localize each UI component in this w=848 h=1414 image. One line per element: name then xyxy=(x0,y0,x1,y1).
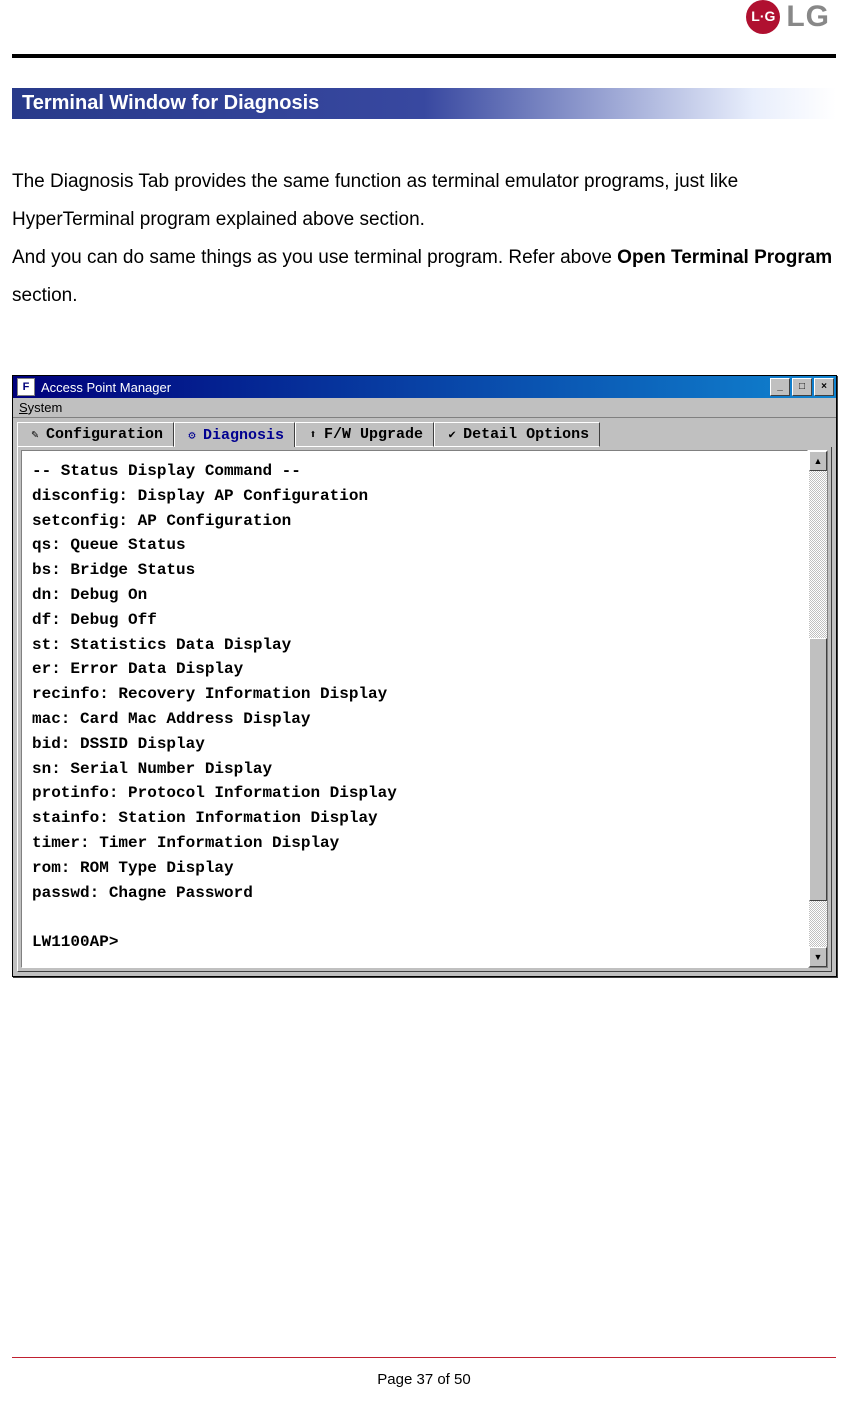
paragraph-bold: Open Terminal Program xyxy=(617,247,832,268)
vertical-scrollbar[interactable]: ▲ ▼ xyxy=(808,450,828,968)
window-controls: _ □ × xyxy=(768,378,834,396)
system-menu-icon[interactable]: F xyxy=(17,378,35,396)
menu-system-hotkey: S xyxy=(19,400,28,415)
wrench-icon: ✎ xyxy=(28,428,42,442)
minimize-button[interactable]: _ xyxy=(770,378,790,396)
titlebar[interactable]: F Access Point Manager _ □ × xyxy=(13,376,836,398)
lg-logo: L·G LG xyxy=(746,0,830,34)
section-heading: Terminal Window for Diagnosis xyxy=(12,88,836,119)
gear-icon: ⚙ xyxy=(185,428,199,442)
tab-bar: ✎ Configuration ⚙ Diagnosis ⬆ F/W Upgrad… xyxy=(13,417,836,447)
window-title: Access Point Manager xyxy=(39,380,768,395)
header-divider xyxy=(12,54,836,58)
tab-detail-options[interactable]: ✔ Detail Options xyxy=(434,422,600,447)
close-button[interactable]: × xyxy=(814,378,834,396)
options-icon: ✔ xyxy=(445,428,459,442)
tab-diagnosis-label: Diagnosis xyxy=(203,427,284,444)
scroll-track[interactable] xyxy=(809,471,827,947)
maximize-button[interactable]: □ xyxy=(792,378,812,396)
tab-configuration-label: Configuration xyxy=(46,426,163,443)
paragraph-line2b: section. xyxy=(12,285,77,306)
menu-bar[interactable]: System xyxy=(13,398,836,417)
page-header: L·G LG xyxy=(12,0,836,54)
tab-diagnosis[interactable]: ⚙ Diagnosis xyxy=(174,422,295,447)
terminal-output[interactable]: -- Status Display Command -- disconfig: … xyxy=(21,450,808,968)
menu-system-label: ystem xyxy=(28,400,63,415)
app-window: F Access Point Manager _ □ × System ✎ Co… xyxy=(12,375,837,977)
lg-logo-icon: L·G xyxy=(746,0,780,34)
scroll-down-button[interactable]: ▼ xyxy=(809,947,827,967)
lg-logo-text: LG xyxy=(786,0,830,34)
tab-fw-upgrade-label: F/W Upgrade xyxy=(324,426,423,443)
footer-divider xyxy=(12,1357,836,1358)
upgrade-icon: ⬆ xyxy=(306,428,320,442)
tab-configuration[interactable]: ✎ Configuration xyxy=(17,422,174,447)
page-footer: Page 37 of 50 xyxy=(0,1371,848,1388)
scroll-thumb[interactable] xyxy=(809,638,827,902)
paragraph-line1: The Diagnosis Tab provides the same func… xyxy=(12,171,738,230)
tab-fw-upgrade[interactable]: ⬆ F/W Upgrade xyxy=(295,422,434,447)
scroll-up-button[interactable]: ▲ xyxy=(809,451,827,471)
tab-panel: -- Status Display Command -- disconfig: … xyxy=(17,447,832,972)
tab-detail-options-label: Detail Options xyxy=(463,426,589,443)
paragraph-line2a: And you can do same things as you use te… xyxy=(12,247,617,268)
terminal-container: -- Status Display Command -- disconfig: … xyxy=(21,450,828,968)
body-paragraph: The Diagnosis Tab provides the same func… xyxy=(12,163,836,315)
